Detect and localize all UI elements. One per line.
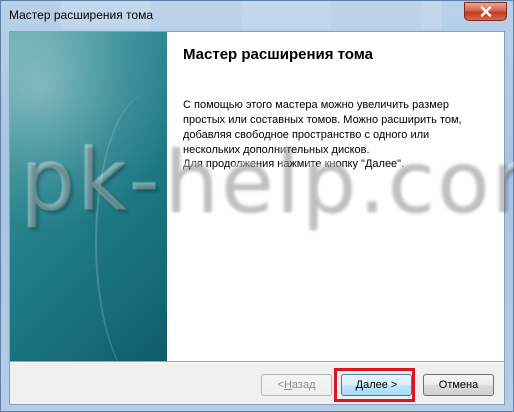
cancel-button[interactable]: Отмена xyxy=(423,374,494,396)
back-button-rest: азад xyxy=(291,379,316,391)
close-button[interactable] xyxy=(464,2,507,21)
footer-divider xyxy=(10,361,504,363)
close-x-icon xyxy=(480,6,491,17)
window-title: Мастер расширения тома xyxy=(9,8,153,22)
wizard-instruction: Для продолжения нажмите кнопку "Далее". xyxy=(183,158,405,170)
wizard-sidebar-banner xyxy=(10,32,167,361)
title-bar[interactable]: Мастер расширения тома xyxy=(1,1,513,29)
wizard-content-panel: Мастер расширения тома С помощью этого м… xyxy=(167,32,504,361)
wizard-description: С помощью этого мастера можно увеличить … xyxy=(183,99,462,156)
wizard-client-area: Мастер расширения тома С помощью этого м… xyxy=(9,31,505,405)
back-button-mnemonic: Н xyxy=(283,379,292,391)
wizard-heading: Мастер расширения тома xyxy=(183,46,374,63)
wizard-window: Мастер расширения тома Мастер расширения… xyxy=(0,0,514,412)
back-button[interactable]: < Назад xyxy=(261,374,332,396)
next-button[interactable]: Далее > xyxy=(341,374,412,396)
